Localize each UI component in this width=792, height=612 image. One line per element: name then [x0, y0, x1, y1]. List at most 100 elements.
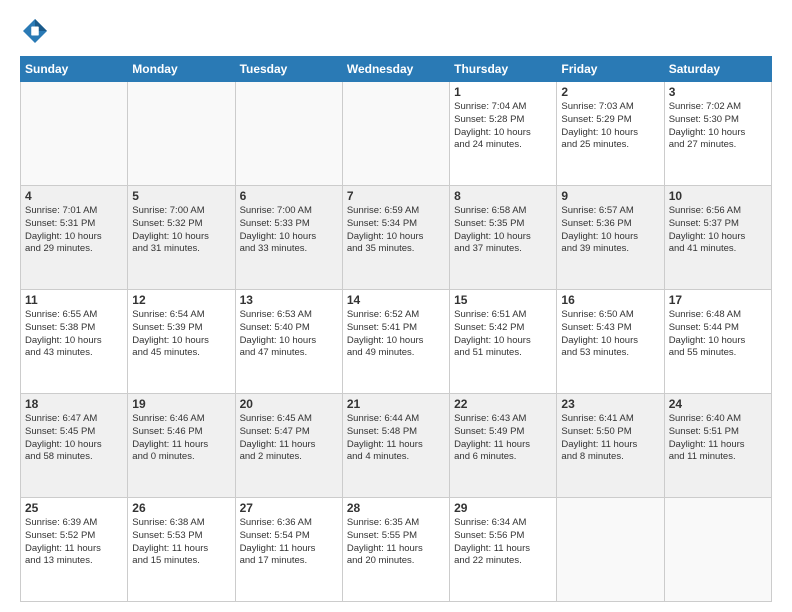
day-info: Sunrise: 6:56 AMSunset: 5:37 PMDaylight:…: [669, 205, 767, 256]
day-number: 5: [132, 189, 230, 203]
calendar-week-row: 1 Sunrise: 7:04 AMSunset: 5:28 PMDaylight…: [21, 82, 772, 186]
calendar-cell: [342, 82, 449, 186]
day-number: 26: [132, 501, 230, 515]
day-info: Sunrise: 6:55 AMSunset: 5:38 PMDaylight:…: [25, 309, 123, 360]
calendar-cell: 23 Sunrise: 6:41 AMSunset: 5:50 PMDayligh…: [557, 394, 664, 498]
day-info: Sunrise: 6:34 AMSunset: 5:56 PMDaylight:…: [454, 517, 552, 568]
day-info: Sunrise: 6:48 AMSunset: 5:44 PMDaylight:…: [669, 309, 767, 360]
calendar-cell: 18 Sunrise: 6:47 AMSunset: 5:45 PMDayligh…: [21, 394, 128, 498]
day-info: Sunrise: 6:43 AMSunset: 5:49 PMDaylight:…: [454, 413, 552, 464]
day-number: 10: [669, 189, 767, 203]
calendar-cell: 27Sunrise: 6:36 AMSunset: 5:54 PMDayligh…: [235, 498, 342, 602]
day-number: 1: [454, 85, 552, 99]
day-info: Sunrise: 6:41 AMSunset: 5:50 PMDaylight:…: [561, 413, 659, 464]
calendar-cell: 25Sunrise: 6:39 AMSunset: 5:52 PMDayligh…: [21, 498, 128, 602]
col-header-tuesday: Tuesday: [235, 57, 342, 82]
day-info: Sunrise: 6:53 AMSunset: 5:40 PMDaylight:…: [240, 309, 338, 360]
calendar-cell: [664, 498, 771, 602]
col-header-saturday: Saturday: [664, 57, 771, 82]
day-info: Sunrise: 6:45 AMSunset: 5:47 PMDaylight:…: [240, 413, 338, 464]
day-info: Sunrise: 7:02 AMSunset: 5:30 PMDaylight:…: [669, 101, 767, 152]
calendar-cell: 21Sunrise: 6:44 AMSunset: 5:48 PMDayligh…: [342, 394, 449, 498]
calendar-cell: [557, 498, 664, 602]
calendar-cell: 16 Sunrise: 6:50 AMSunset: 5:43 PMDayligh…: [557, 290, 664, 394]
calendar-cell: 17 Sunrise: 6:48 AMSunset: 5:44 PMDayligh…: [664, 290, 771, 394]
day-info: Sunrise: 6:59 AMSunset: 5:34 PMDaylight:…: [347, 205, 445, 256]
col-header-monday: Monday: [128, 57, 235, 82]
day-number: 18: [25, 397, 123, 411]
calendar-cell: 6 Sunrise: 7:00 AMSunset: 5:33 PMDaylight…: [235, 186, 342, 290]
calendar-cell: 15 Sunrise: 6:51 AMSunset: 5:42 PMDayligh…: [450, 290, 557, 394]
day-number: 11: [25, 293, 123, 307]
calendar-cell: 8 Sunrise: 6:58 AMSunset: 5:35 PMDaylight…: [450, 186, 557, 290]
day-info: Sunrise: 6:58 AMSunset: 5:35 PMDaylight:…: [454, 205, 552, 256]
calendar-cell: 13 Sunrise: 6:53 AMSunset: 5:40 PMDayligh…: [235, 290, 342, 394]
calendar-week-row: 4 Sunrise: 7:01 AMSunset: 5:31 PMDaylight…: [21, 186, 772, 290]
day-number: 14: [347, 293, 445, 307]
page: SundayMondayTuesdayWednesdayThursdayFrid…: [0, 0, 792, 612]
day-number: 22: [454, 397, 552, 411]
calendar-week-row: 11 Sunrise: 6:55 AMSunset: 5:38 PMDayligh…: [21, 290, 772, 394]
calendar-cell: 24Sunrise: 6:40 AMSunset: 5:51 PMDayligh…: [664, 394, 771, 498]
day-info: Sunrise: 6:38 AMSunset: 5:53 PMDaylight:…: [132, 517, 230, 568]
col-header-wednesday: Wednesday: [342, 57, 449, 82]
day-info: Sunrise: 6:35 AMSunset: 5:55 PMDaylight:…: [347, 517, 445, 568]
calendar-cell: 12 Sunrise: 6:54 AMSunset: 5:39 PMDayligh…: [128, 290, 235, 394]
calendar-cell: 2 Sunrise: 7:03 AMSunset: 5:29 PMDaylight…: [557, 82, 664, 186]
day-number: 7: [347, 189, 445, 203]
day-info: Sunrise: 6:54 AMSunset: 5:39 PMDaylight:…: [132, 309, 230, 360]
calendar-cell: 5 Sunrise: 7:00 AMSunset: 5:32 PMDaylight…: [128, 186, 235, 290]
day-info: Sunrise: 7:00 AMSunset: 5:33 PMDaylight:…: [240, 205, 338, 256]
day-info: Sunrise: 7:00 AMSunset: 5:32 PMDaylight:…: [132, 205, 230, 256]
day-number: 23: [561, 397, 659, 411]
calendar-cell: 19 Sunrise: 6:46 AMSunset: 5:46 PMDayligh…: [128, 394, 235, 498]
day-info: Sunrise: 7:04 AMSunset: 5:28 PMDaylight:…: [454, 101, 552, 152]
day-number: 3: [669, 85, 767, 99]
day-info: Sunrise: 6:46 AMSunset: 5:46 PMDaylight:…: [132, 413, 230, 464]
day-number: 16: [561, 293, 659, 307]
day-number: 19: [132, 397, 230, 411]
calendar-cell: [21, 82, 128, 186]
day-number: 8: [454, 189, 552, 203]
day-number: 29: [454, 501, 552, 515]
calendar-week-row: 25Sunrise: 6:39 AMSunset: 5:52 PMDayligh…: [21, 498, 772, 602]
calendar-cell: 10 Sunrise: 6:56 AMSunset: 5:37 PMDayligh…: [664, 186, 771, 290]
calendar-cell: [128, 82, 235, 186]
day-info: Sunrise: 6:50 AMSunset: 5:43 PMDaylight:…: [561, 309, 659, 360]
calendar-cell: 3 Sunrise: 7:02 AMSunset: 5:30 PMDaylight…: [664, 82, 771, 186]
header: [20, 16, 772, 46]
day-info: Sunrise: 6:40 AMSunset: 5:51 PMDaylight:…: [669, 413, 767, 464]
day-info: Sunrise: 7:01 AMSunset: 5:31 PMDaylight:…: [25, 205, 123, 256]
day-number: 28: [347, 501, 445, 515]
day-number: 9: [561, 189, 659, 203]
calendar-cell: 7 Sunrise: 6:59 AMSunset: 5:34 PMDaylight…: [342, 186, 449, 290]
day-info: Sunrise: 6:47 AMSunset: 5:45 PMDaylight:…: [25, 413, 123, 464]
calendar-cell: 20Sunrise: 6:45 AMSunset: 5:47 PMDayligh…: [235, 394, 342, 498]
day-info: Sunrise: 6:52 AMSunset: 5:41 PMDaylight:…: [347, 309, 445, 360]
calendar-cell: 28 Sunrise: 6:35 AMSunset: 5:55 PMDayligh…: [342, 498, 449, 602]
calendar-cell: 29 Sunrise: 6:34 AMSunset: 5:56 PMDayligh…: [450, 498, 557, 602]
day-number: 25: [25, 501, 123, 515]
calendar-cell: [235, 82, 342, 186]
calendar-cell: 4 Sunrise: 7:01 AMSunset: 5:31 PMDaylight…: [21, 186, 128, 290]
day-number: 12: [132, 293, 230, 307]
calendar-cell: 11 Sunrise: 6:55 AMSunset: 5:38 PMDayligh…: [21, 290, 128, 394]
day-number: 2: [561, 85, 659, 99]
col-header-friday: Friday: [557, 57, 664, 82]
day-info: Sunrise: 6:51 AMSunset: 5:42 PMDaylight:…: [454, 309, 552, 360]
calendar-cell: 26 Sunrise: 6:38 AMSunset: 5:53 PMDayligh…: [128, 498, 235, 602]
calendar-cell: 14 Sunrise: 6:52 AMSunset: 5:41 PMDayligh…: [342, 290, 449, 394]
day-number: 4: [25, 189, 123, 203]
day-number: 17: [669, 293, 767, 307]
day-number: 6: [240, 189, 338, 203]
logo: [20, 16, 54, 46]
day-number: 15: [454, 293, 552, 307]
day-info: Sunrise: 6:36 AMSunset: 5:54 PMDaylight:…: [240, 517, 338, 568]
col-header-thursday: Thursday: [450, 57, 557, 82]
calendar-header-row: SundayMondayTuesdayWednesdayThursdayFrid…: [21, 57, 772, 82]
calendar-cell: 9Sunrise: 6:57 AMSunset: 5:36 PMDaylight…: [557, 186, 664, 290]
day-info: Sunrise: 6:44 AMSunset: 5:48 PMDaylight:…: [347, 413, 445, 464]
calendar-table: SundayMondayTuesdayWednesdayThursdayFrid…: [20, 56, 772, 602]
day-info: Sunrise: 7:03 AMSunset: 5:29 PMDaylight:…: [561, 101, 659, 152]
day-number: 13: [240, 293, 338, 307]
